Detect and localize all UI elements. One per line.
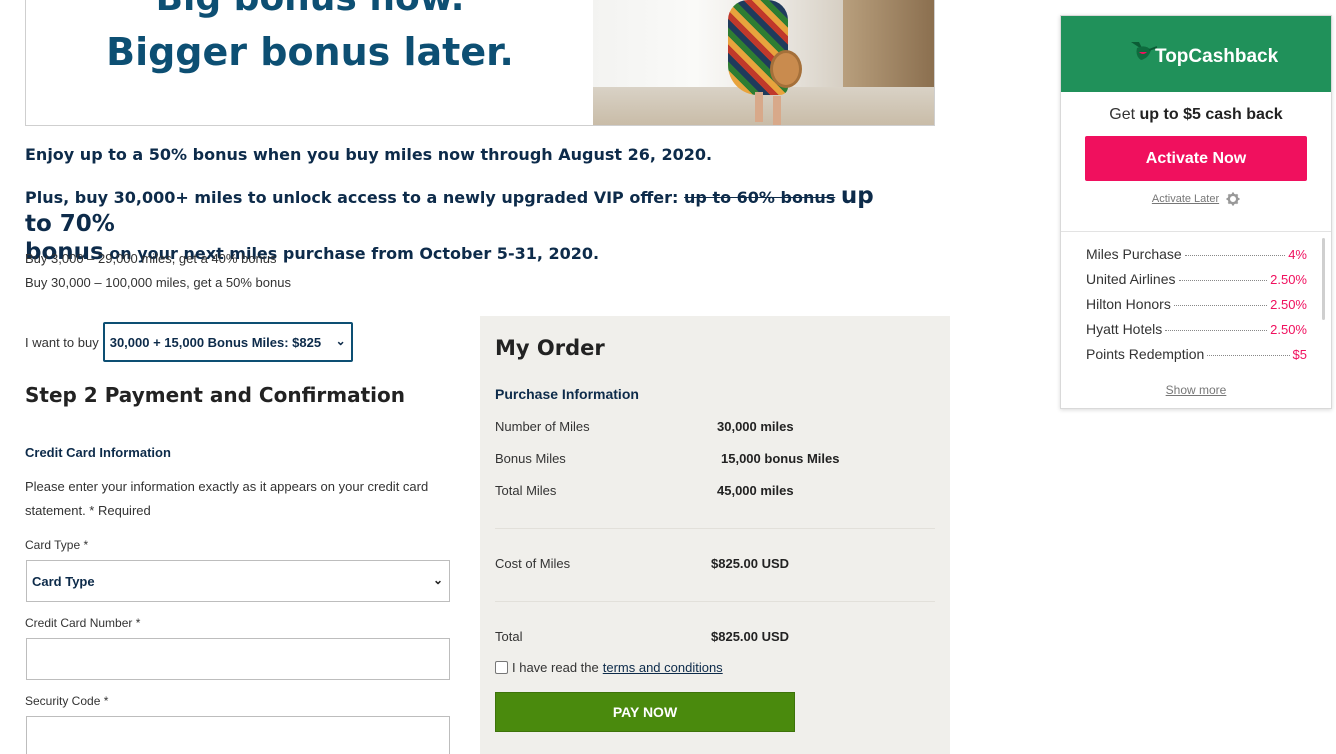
list-item: Hilton Honors 2.50% [1086, 296, 1307, 312]
promo-banner: Big bonus now. Bigger bonus later. [25, 0, 935, 126]
list-item: Hyatt Hotels 2.50% [1086, 321, 1307, 337]
banner-headline-1: Big bonus now. [26, 0, 594, 19]
chevron-down-icon: ⌄ [432, 573, 443, 587]
terms-link[interactable]: terms and conditions [603, 660, 723, 675]
total-miles-label: Total Miles [495, 483, 557, 498]
chevron-down-icon: ⌄ [333, 334, 346, 348]
topcashback-logo: TopCashback [1129, 38, 1278, 68]
total-label: Total [495, 629, 523, 644]
terms-row: I have read the terms and conditions [495, 660, 723, 675]
list-item: United Airlines 2.50% [1086, 271, 1307, 287]
card-type-select[interactable]: Card Type ⌄ [26, 560, 450, 602]
miles-count-value: 30,000 miles [717, 419, 794, 434]
activate-later-row: Activate Later [1061, 192, 1331, 206]
security-code-input[interactable] [26, 716, 450, 754]
cc-instructions: Please enter your information exactly as… [25, 479, 429, 518]
promo-line-1: Enjoy up to a 50% bonus when you buy mil… [25, 145, 713, 164]
card-number-label: Credit Card Number * [25, 616, 141, 630]
list-item: Miles Purchase 4% [1086, 246, 1307, 262]
bonus-miles-value: 15,000 bonus Miles [721, 451, 840, 466]
banner-headline-2: Bigger bonus later. [106, 30, 514, 74]
terms-checkbox[interactable] [495, 661, 508, 674]
rates-scrollbar[interactable] [1322, 238, 1325, 320]
activate-now-button[interactable]: Activate Now [1085, 136, 1307, 181]
cost-label: Cost of Miles [495, 556, 571, 571]
activate-later-link[interactable]: Activate Later [1152, 193, 1219, 205]
security-code-label: Security Code * [25, 694, 109, 708]
pay-now-button[interactable]: PAY NOW [495, 692, 795, 732]
card-number-input[interactable] [26, 638, 450, 680]
order-summary: My Order Purchase Information Number of … [480, 316, 950, 754]
gear-icon[interactable] [1226, 192, 1240, 206]
old-offer: up to 60% bonus [684, 188, 836, 207]
cc-section-title: Credit Card Information [25, 445, 171, 460]
step2-title: Step 2 Payment and Confirmation [25, 383, 405, 407]
topcashback-panel: TopCashback Get up to $5 cash back Activ… [1060, 15, 1332, 409]
total-miles-value: 45,000 miles [717, 483, 794, 498]
bonus-tier-1: Buy 3,000 – 29,000 miles, get a 40% bonu… [25, 251, 277, 266]
miles-count-label: Number of Miles [495, 419, 590, 434]
show-more-link[interactable]: Show more [1061, 383, 1331, 397]
cashback-offer: Get up to $5 cash back [1109, 106, 1283, 123]
list-item: Points Redemption $5 [1086, 346, 1307, 362]
banner-photo [593, 0, 934, 125]
bonus-tier-2: Buy 30,000 – 100,000 miles, get a 50% bo… [25, 275, 291, 290]
card-type-label: Card Type * [25, 538, 89, 552]
purchase-label: I want to buy [25, 334, 99, 350]
hummingbird-icon [1131, 42, 1157, 60]
order-title: My Order [495, 336, 605, 360]
miles-package-select[interactable]: 30,000 + 15,000 Bonus Miles: $825 ⌄ [102, 322, 353, 362]
cashback-rates-list: Miles Purchase 4% United Airlines 2.50% Hi… [1086, 246, 1307, 371]
purchase-info-title: Purchase Information [495, 386, 639, 402]
bonus-miles-label: Bonus Miles [495, 451, 566, 466]
purchase-row: I want to buy 30,000 + 15,000 Bonus Mile… [25, 322, 353, 362]
topcashback-header: TopCashback [1061, 16, 1331, 92]
cost-value: $825.00 USD [711, 556, 790, 571]
total-value: $825.00 USD [711, 629, 790, 644]
